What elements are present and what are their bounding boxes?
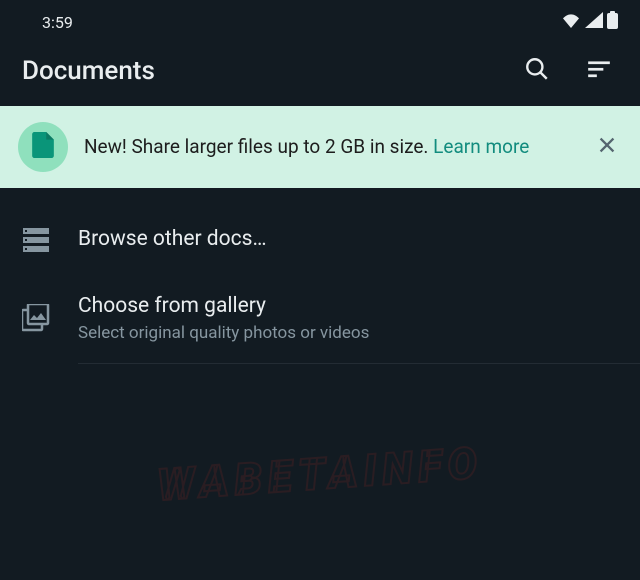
info-banner: New! Share larger files up to 2 GB in si… (0, 106, 640, 188)
banner-message: New! Share larger files up to 2 GB in si… (84, 135, 433, 158)
watermark: WABETAINFO (155, 437, 484, 512)
page-title: Documents (22, 56, 155, 86)
browse-other-docs-item[interactable]: Browse other docs… (0, 206, 640, 273)
options-list: Browse other docs… Choose from gallery S… (0, 188, 640, 364)
choose-from-gallery-item[interactable]: Choose from gallery Select original qual… (0, 273, 640, 362)
header: Documents (0, 40, 640, 106)
signal-icon (585, 12, 603, 32)
gallery-title: Choose from gallery (78, 293, 618, 320)
banner-icon-circle (18, 122, 68, 172)
banner-close-button[interactable] (592, 130, 622, 164)
gallery-icon (22, 304, 50, 332)
status-icons (561, 11, 618, 33)
divider (78, 363, 640, 364)
status-bar: 3:59 (0, 0, 640, 40)
search-icon[interactable] (524, 56, 550, 86)
status-time: 3:59 (42, 13, 73, 32)
gallery-subtitle: Select original quality photos or videos (78, 323, 618, 343)
banner-learn-more-link[interactable]: Learn more (433, 135, 529, 158)
sort-icon[interactable] (586, 56, 612, 86)
banner-text: New! Share larger files up to 2 GB in si… (84, 134, 576, 160)
storage-icon (22, 228, 50, 252)
wifi-icon (561, 12, 581, 32)
battery-icon (607, 11, 618, 33)
document-icon (32, 132, 54, 162)
browse-title: Browse other docs… (78, 226, 618, 253)
